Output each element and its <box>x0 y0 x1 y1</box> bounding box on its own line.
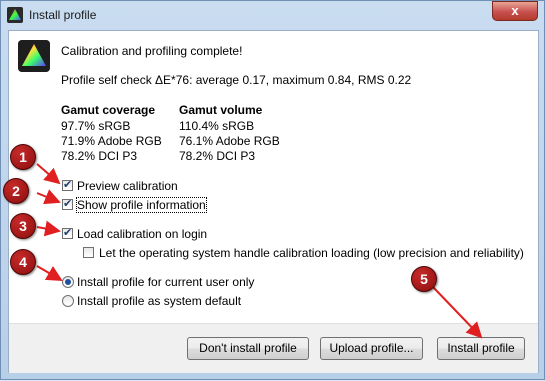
install-current-user-label[interactable]: Install profile for current user only <box>77 275 254 289</box>
preview-calibration-label[interactable]: Preview calibration <box>77 179 178 193</box>
annotation-marker-3: 3 <box>10 213 36 239</box>
self-check-text: Profile self check ΔE*76: average 0.17, … <box>61 73 412 87</box>
install-profile-dialog: Install profile x Calibration and profil… <box>0 0 545 380</box>
coverage-adobe-rgb: 71.9% Adobe RGB <box>61 134 162 148</box>
annotation-marker-5: 5 <box>411 266 437 292</box>
volume-adobe-rgb: 76.1% Adobe RGB <box>179 134 280 148</box>
window-title: Install profile <box>29 8 97 22</box>
completion-heading: Calibration and profiling complete! <box>61 44 243 58</box>
gamut-coverage-header: Gamut coverage <box>61 103 156 117</box>
dialog-content: Calibration and profiling complete! Prof… <box>8 30 539 373</box>
install-profile-button[interactable]: Install profile <box>437 337 525 360</box>
os-handle-loading-label[interactable]: Let the operating system handle calibrat… <box>99 246 524 260</box>
install-system-default-label[interactable]: Install profile as system default <box>77 294 241 308</box>
show-profile-information-label[interactable]: Show profile information <box>76 197 207 213</box>
title-bar[interactable]: Install profile x <box>1 1 545 29</box>
upload-profile-button[interactable]: Upload profile... <box>320 337 423 360</box>
preview-calibration-checkbox[interactable] <box>62 178 73 191</box>
displaycal-app-icon <box>7 7 23 23</box>
button-bar: Don't install profile Upload profile... … <box>9 323 538 373</box>
os-handle-loading-checkbox[interactable] <box>83 247 94 258</box>
profile-app-icon <box>18 40 50 72</box>
close-button[interactable]: x <box>492 1 538 21</box>
show-profile-information-checkbox[interactable] <box>62 197 73 210</box>
install-current-user-radio[interactable] <box>62 276 74 288</box>
close-icon: x <box>511 3 519 18</box>
volume-dci-p3: 78.2% DCI P3 <box>179 149 256 163</box>
dont-install-profile-button[interactable]: Don't install profile <box>187 337 309 360</box>
coverage-dci-p3: 78.2% DCI P3 <box>61 149 138 163</box>
annotation-marker-1: 1 <box>10 144 36 170</box>
annotation-marker-4: 4 <box>10 249 36 275</box>
load-calibration-label[interactable]: Load calibration on login <box>77 227 207 241</box>
coverage-srgb: 97.7% sRGB <box>61 119 131 133</box>
install-system-default-radio[interactable] <box>62 295 74 307</box>
gamut-volume-header: Gamut volume <box>179 103 263 117</box>
load-calibration-checkbox[interactable] <box>62 226 73 239</box>
annotation-marker-2: 2 <box>3 178 29 204</box>
volume-srgb: 110.4% sRGB <box>179 119 255 133</box>
